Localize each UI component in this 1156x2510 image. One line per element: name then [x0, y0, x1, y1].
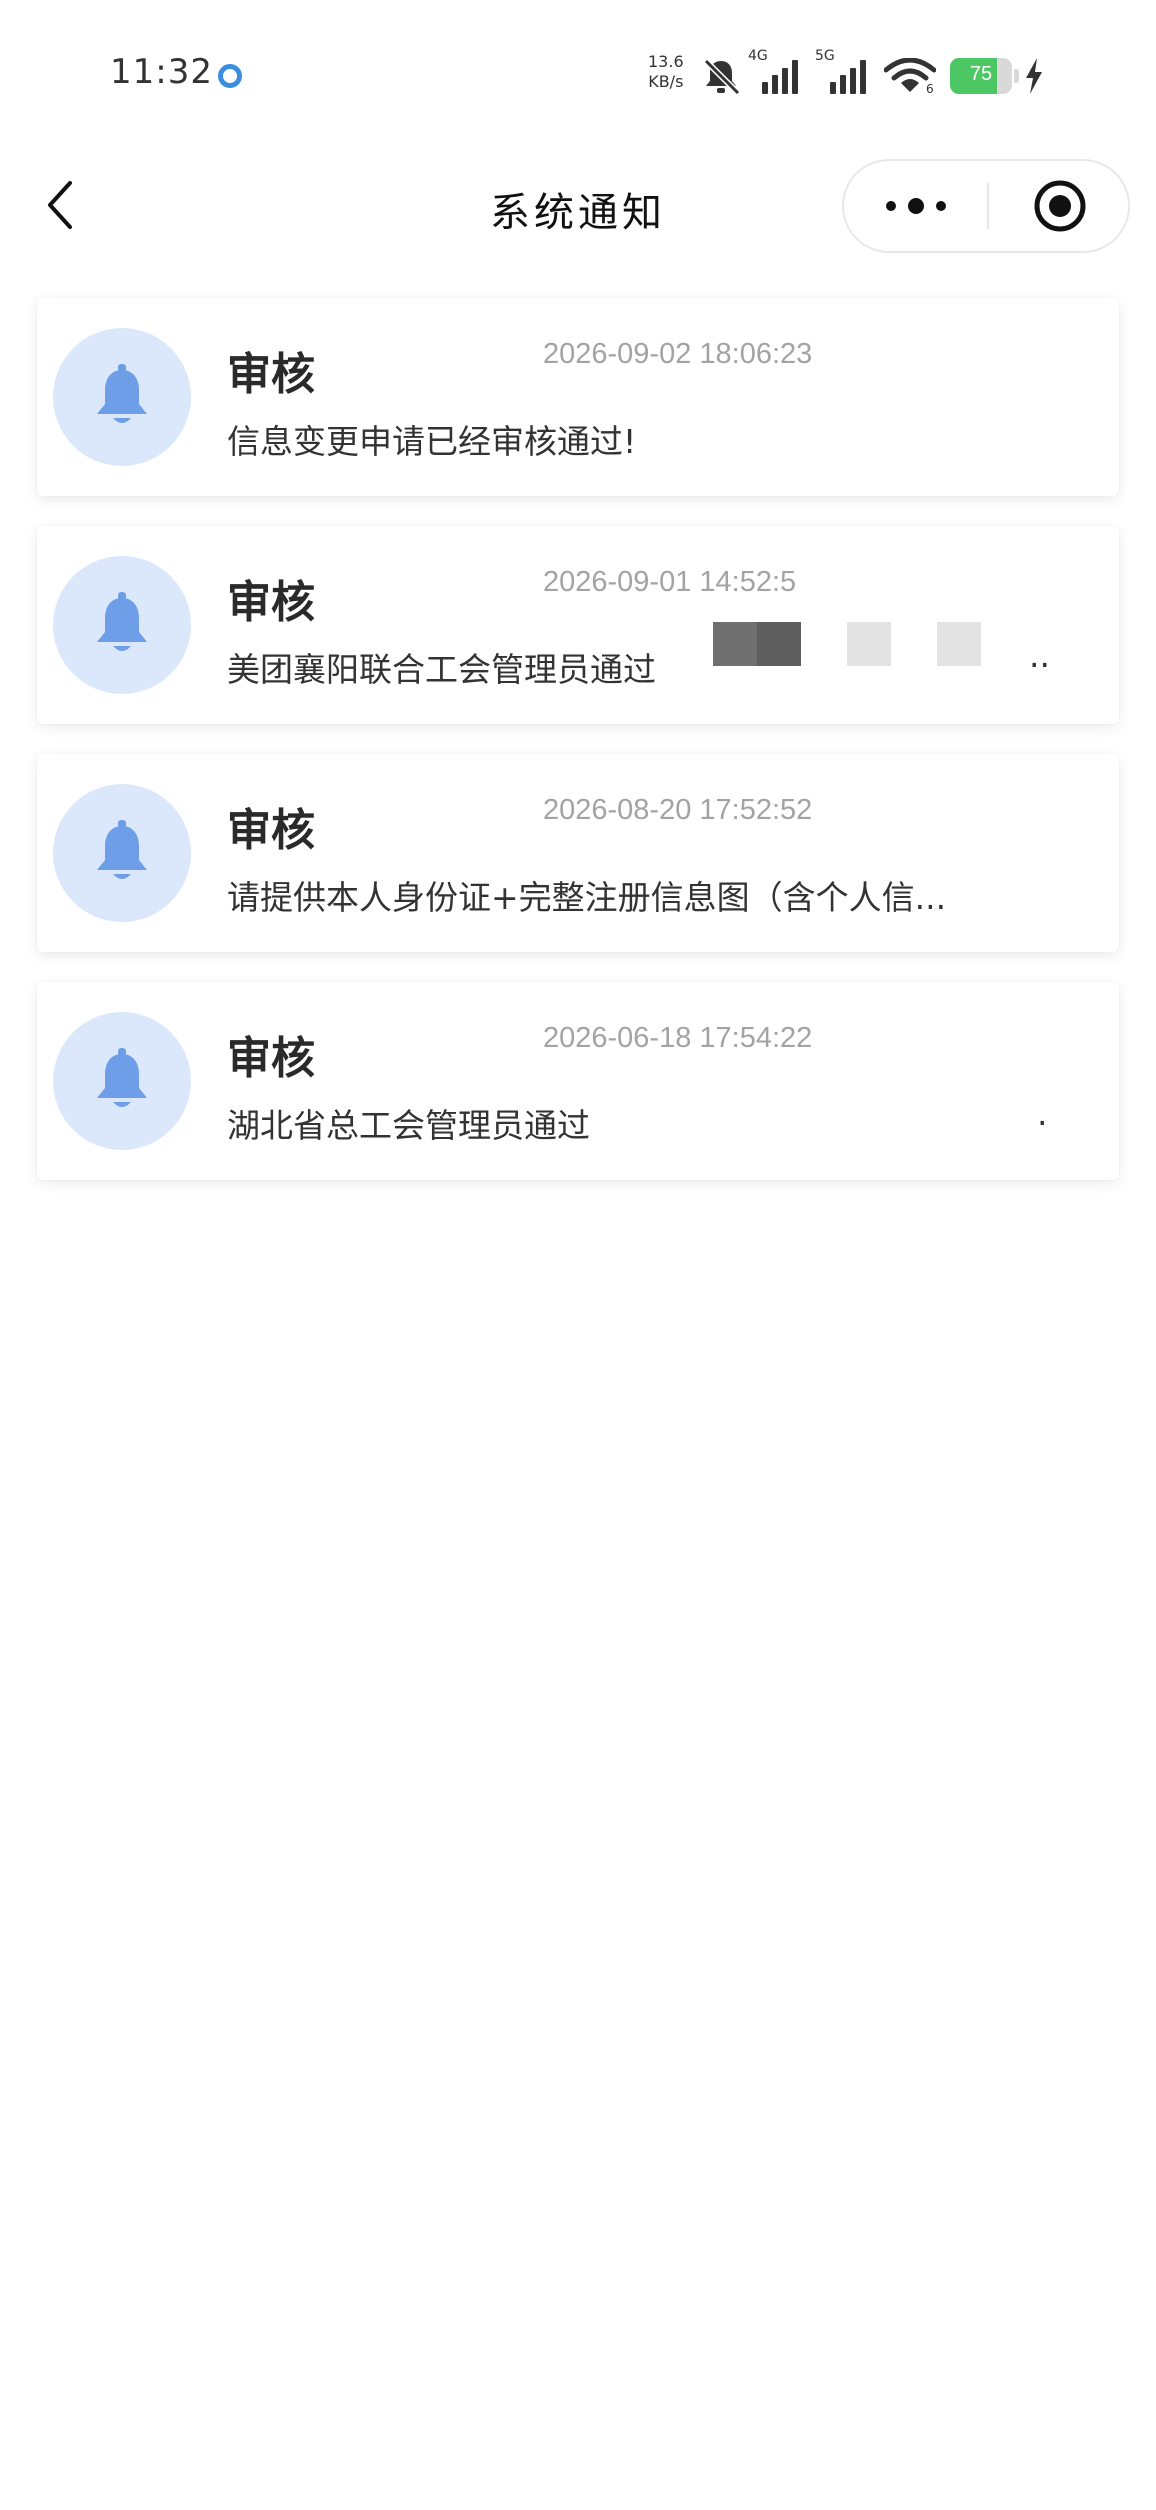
notification-body: 请提供本人身份证+完整注册信息图（含个人信... — [227, 878, 947, 917]
charging-bolt-icon — [1026, 58, 1042, 94]
wifi-badge: 6 — [926, 82, 934, 96]
notification-body: 美团襄阳联合工会管理员通过 — [227, 650, 656, 689]
notification-body: 湖北省总工会管理员通过 — [227, 1106, 590, 1145]
notification-body: 信息变更申请已经审核通过! — [227, 422, 637, 461]
notification-body-tail: .. — [1029, 636, 1050, 675]
bell-icon — [97, 364, 147, 423]
privacy-mosaic: .. — [677, 616, 1097, 686]
notification-time: 2026-09-01 14:52:5 — [543, 566, 797, 598]
notification-title: 审核 — [227, 349, 315, 400]
notification-avatar — [53, 1012, 191, 1150]
notification-title: 审核 — [227, 805, 315, 856]
target-circle-icon — [1034, 180, 1085, 232]
bell-icon — [97, 1048, 147, 1107]
notification-title: 审核 — [227, 577, 315, 628]
notification-title: 审核 — [227, 1033, 315, 1084]
network-speed: 13.6 KB/s — [648, 52, 684, 92]
privacy-mosaic: . — [637, 1078, 1097, 1148]
battery-icon: 75 — [950, 58, 1012, 94]
notification-card[interactable]: 审核 2026-08-20 17:52:52 请提供本人身份证+完整注册信息图（… — [37, 754, 1119, 952]
notification-time: 2026-06-18 17:54:22 — [543, 1022, 813, 1054]
notification-time: 2026-09-02 18:06:23 — [543, 338, 813, 370]
signal-5g-icon — [830, 60, 866, 94]
battery-level: 75 — [969, 63, 993, 85]
notification-avatar — [53, 328, 191, 466]
notification-card[interactable]: 审核 2026-06-18 17:54:22 湖北省总工会管理员通过 . — [37, 982, 1119, 1180]
signal-4g-icon — [762, 60, 798, 94]
mosaic-block — [757, 622, 801, 666]
notification-avatar — [53, 784, 191, 922]
bell-icon — [97, 820, 147, 879]
app-activity-icon — [218, 64, 242, 88]
more-dots-icon — [885, 198, 946, 214]
notification-card[interactable]: 审核 2026-09-01 14:52:5 美团襄阳联合工会管理员通过 .. — [37, 526, 1119, 724]
network-speed-value: 13.6 — [648, 52, 684, 71]
bell-muted-icon — [703, 58, 741, 96]
mosaic-block — [847, 622, 891, 666]
notification-time: 2026-08-20 17:52:52 — [543, 794, 813, 826]
notification-avatar — [53, 556, 191, 694]
more-button[interactable] — [844, 161, 987, 251]
battery-cap — [1014, 69, 1019, 83]
mini-program-capsule — [842, 159, 1130, 253]
bell-icon — [97, 592, 147, 651]
status-time: 11:32 — [110, 52, 213, 92]
status-bar: 11:32 13.6 KB/s 4G 5G 6 75 — [0, 0, 1156, 150]
close-button[interactable] — [989, 161, 1130, 251]
mosaic-block — [937, 622, 981, 666]
notification-card[interactable]: 审核 2026-09-02 18:06:23 信息变更申请已经审核通过! — [37, 298, 1119, 496]
notification-body-tail: . — [1037, 1094, 1048, 1133]
network-speed-unit: KB/s — [648, 72, 684, 91]
mosaic-block — [713, 622, 757, 666]
